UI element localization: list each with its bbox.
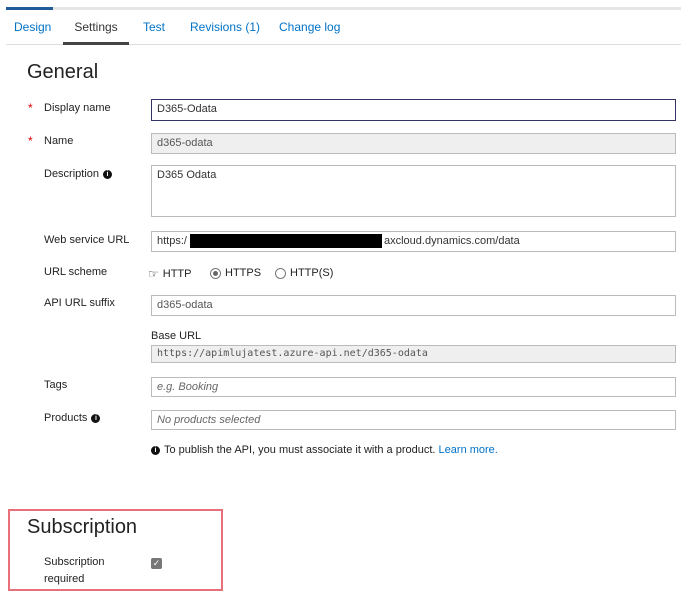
subscription-heading: Subscription — [27, 516, 138, 538]
subscription-required-label-2: required — [44, 573, 85, 585]
base-url-value: https://apimlujatest.azure-api.net/d365-… — [151, 345, 676, 363]
radio-http-s-label: HTTP(S) — [290, 267, 334, 279]
required-marker: * — [28, 134, 33, 148]
api-url-suffix-input[interactable]: d365-odata — [151, 295, 676, 316]
display-name-input[interactable]: D365-Odata — [151, 99, 676, 121]
subscription-required-label: Subscription — [44, 556, 105, 568]
progress-strip — [6, 7, 681, 10]
radio-empty-icon — [275, 267, 286, 279]
radio-http[interactable]: ☞ HTTP — [148, 267, 192, 281]
info-icon[interactable]: i — [91, 414, 101, 423]
display-name-label: Display name — [44, 102, 111, 114]
description-textarea[interactable]: D365 Odata — [151, 165, 676, 217]
url-scheme-label: URL scheme — [44, 266, 108, 278]
products-input[interactable]: No products selected — [151, 410, 676, 430]
products-label-text: Products — [44, 412, 88, 424]
web-service-url-label: Web service URL — [44, 234, 130, 246]
name-input[interactable]: d365-odata — [151, 133, 676, 154]
tab-design[interactable]: Design — [6, 18, 59, 45]
url-prefix: https:/ — [157, 235, 187, 247]
radio-https-label: HTTPS — [225, 267, 262, 279]
description-label-text: Description — [44, 168, 100, 180]
tab-bar: Design Settings Test Revisions (1) Chang… — [6, 18, 681, 45]
publish-note-text: To publish the API, you must associate i… — [164, 444, 436, 456]
tags-label: Tags — [44, 379, 68, 391]
api-url-suffix-label: API URL suffix — [44, 297, 115, 309]
redacted-block — [190, 234, 382, 248]
info-icon[interactable]: i — [103, 170, 113, 179]
url-suffix: axcloud.dynamics.com/data — [384, 235, 520, 247]
general-heading: General — [27, 61, 99, 83]
learn-more-link[interactable]: Learn more. — [439, 444, 498, 456]
tab-test[interactable]: Test — [135, 18, 173, 45]
products-label: Products i — [44, 412, 101, 424]
name-label: Name — [44, 135, 74, 147]
tab-settings[interactable]: Settings — [63, 18, 129, 45]
radio-selected-icon — [210, 267, 221, 279]
subscription-required-checkbox[interactable]: ✓ — [151, 558, 162, 569]
base-url-label: Base URL — [151, 330, 202, 342]
publish-note: i To publish the API, you must associate … — [151, 444, 498, 456]
tab-change-log[interactable]: Change log — [271, 18, 348, 45]
radio-http-label: HTTP — [162, 268, 192, 280]
tags-input[interactable]: e.g. Booking — [151, 377, 676, 397]
description-label: Description i — [44, 168, 113, 180]
tab-revisions[interactable]: Revisions (1) — [182, 18, 268, 45]
cursor-hand-icon: ☞ — [148, 267, 159, 281]
radio-http-s[interactable]: HTTP(S) — [275, 267, 333, 279]
required-marker: * — [28, 101, 33, 115]
radio-https[interactable]: HTTPS — [210, 267, 261, 279]
info-icon: i — [151, 446, 160, 455]
